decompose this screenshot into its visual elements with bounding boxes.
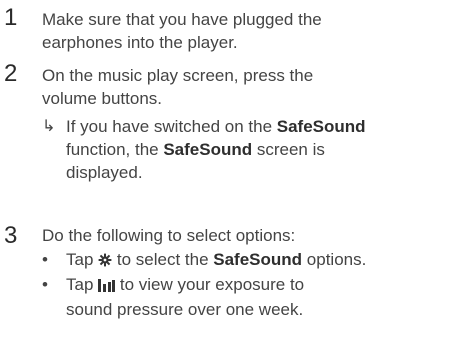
result-text-line: function, the SafeSound screen is	[66, 140, 325, 159]
step-text-line: earphones into the player.	[42, 33, 238, 52]
result-arrow-icon: ↳	[42, 118, 56, 135]
bullet-text-line: Tap to view your exposure to	[66, 273, 450, 298]
result-text-line: If you have switched on the SafeSound	[66, 117, 366, 136]
step-text-line: volume buttons.	[42, 89, 163, 108]
bullet-dot: •	[42, 275, 48, 294]
bullet-text-line: sound pressure over one week.	[66, 300, 304, 319]
result-text-line: displayed.	[66, 163, 143, 182]
result-text: If you have switched on the SafeSound fu…	[66, 115, 450, 184]
step-text-line: Make sure that you have plugged the	[42, 10, 322, 29]
bar-chart-icon	[98, 275, 116, 298]
step-number: 2	[4, 60, 18, 87]
step-text: Do the following to select options:	[42, 224, 447, 247]
step-text: Make sure that you have plugged the earp…	[42, 8, 447, 54]
step-text-line: Do the following to select options:	[42, 226, 296, 245]
step-text: On the music play screen, press the volu…	[42, 64, 447, 110]
step-number: 1	[4, 4, 18, 31]
gear-icon	[98, 250, 112, 273]
bullet-dot: •	[42, 250, 48, 269]
step-number: 3	[4, 222, 18, 249]
step-text-line: On the music play screen, press the	[42, 66, 314, 85]
instruction-page: 1 Make sure that you have plugged the ea…	[0, 0, 454, 355]
